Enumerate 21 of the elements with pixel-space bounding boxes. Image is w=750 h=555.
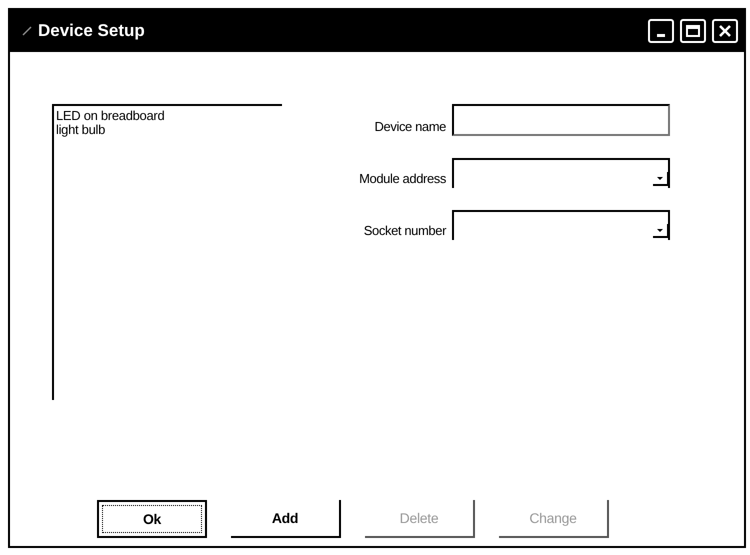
minimize-icon	[657, 34, 665, 36]
dialog-button[interactable]: Ok	[97, 500, 207, 538]
window-title: Device Setup	[38, 21, 146, 41]
dropdown-field[interactable]	[452, 158, 670, 188]
maximize-button[interactable]	[680, 19, 706, 43]
device-list-item[interactable]: LED on breadboard	[56, 109, 280, 123]
field-label: Module address	[358, 171, 446, 188]
dropdown-arrow-icon	[652, 224, 668, 238]
minimize-button[interactable]	[648, 19, 674, 43]
close-button[interactable]	[712, 19, 738, 43]
dropdown-arrow-icon	[652, 172, 668, 186]
input-field[interactable]	[452, 104, 670, 136]
dialog-button[interactable]: Add	[231, 500, 341, 538]
field-label: Device name	[374, 119, 446, 136]
dropdown-field[interactable]	[452, 210, 670, 240]
device-list[interactable]: LED on breadboard light bulb	[52, 104, 282, 400]
field-label: Socket number	[362, 223, 446, 240]
close-icon	[718, 24, 732, 38]
maximize-icon	[686, 25, 700, 37]
app-icon	[22, 26, 32, 36]
device-list-item[interactable]: light bulb	[56, 123, 280, 137]
